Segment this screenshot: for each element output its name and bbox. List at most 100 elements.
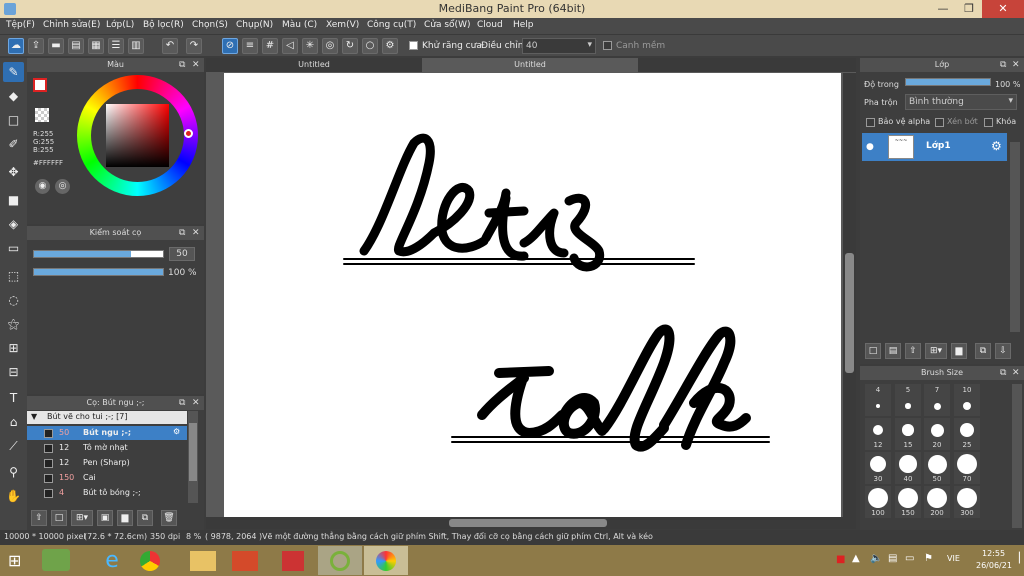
menu-file[interactable]: Tệp(F) xyxy=(6,20,35,30)
brush-list-scrollbar[interactable] xyxy=(188,411,198,503)
move-tool-icon[interactable]: ✥ xyxy=(3,162,24,182)
import-brush-icon[interactable]: ▣ xyxy=(97,510,113,526)
menu-color[interactable]: Màu (C) xyxy=(282,20,317,30)
list-icon[interactable]: ☰ xyxy=(108,38,124,54)
blend-mode-select[interactable]: Bình thường ▾ xyxy=(905,94,1017,110)
collapse-icon[interactable]: ▼ xyxy=(31,412,37,421)
panel-close-icon[interactable]: ✕ xyxy=(192,58,200,72)
comment-icon[interactable]: ▬ xyxy=(48,38,64,54)
brush-item[interactable]: 12 Pen (Sharp) xyxy=(27,456,187,470)
brush-group-header[interactable]: ▼ Bút vẽ cho tui ;-; [7] xyxy=(27,411,187,424)
brush-item[interactable]: 150 Cai xyxy=(27,471,187,485)
powerpoint-icon[interactable] xyxy=(232,551,258,571)
gear-icon[interactable]: ⚙ xyxy=(173,427,180,436)
brush-size-scrollbar[interactable] xyxy=(1012,384,1022,528)
import-layer-icon[interactable]: ⇧ xyxy=(905,343,921,359)
radial-snap-icon[interactable]: ✳ xyxy=(302,38,318,54)
hue-wheel[interactable] xyxy=(77,75,198,196)
minimize-button[interactable]: — xyxy=(930,0,956,18)
medibang-tray-icon[interactable] xyxy=(318,546,362,575)
antialias-checkbox[interactable] xyxy=(409,41,418,50)
palette-icon[interactable]: ◉ xyxy=(35,179,50,194)
brush-size-cell[interactable]: 25 xyxy=(954,418,980,450)
cloud-brush-icon[interactable]: ⇧ xyxy=(31,510,47,526)
edge-checkbox[interactable] xyxy=(603,41,612,50)
trash-icon[interactable]: 🗑 xyxy=(161,510,177,526)
panel-close-icon[interactable]: ✕ xyxy=(1012,58,1020,72)
cloud-icon[interactable]: ☁ xyxy=(8,38,24,54)
add-brush-icon[interactable]: ⊞▾ xyxy=(71,510,93,526)
menu-help[interactable]: Help xyxy=(513,20,534,30)
brush-size-cell[interactable]: 200 xyxy=(924,486,950,518)
brush-size-cell[interactable]: 70 xyxy=(954,452,980,484)
undo-icon[interactable]: ↶ xyxy=(162,38,178,54)
ellipse-snap-icon[interactable]: ○ xyxy=(362,38,378,54)
eraser-tool-icon[interactable]: ◆ xyxy=(3,86,24,106)
tab-untitled-2[interactable]: Untitled xyxy=(422,58,638,72)
bluestacks-icon[interactable] xyxy=(42,549,70,571)
new-brush-icon[interactable]: □ xyxy=(51,510,67,526)
lock-checkbox[interactable] xyxy=(984,118,993,127)
brush-size-slider[interactable] xyxy=(33,250,164,258)
folder-icon[interactable]: ▆ xyxy=(117,510,133,526)
menu-window[interactable]: Cửa sổ(W) xyxy=(424,20,470,30)
foreground-color-swatch[interactable] xyxy=(33,78,47,92)
notification-flag-icon[interactable]: ⚑ xyxy=(924,553,933,564)
vanish-snap-icon[interactable]: ◁ xyxy=(282,38,298,54)
protect-alpha-checkbox[interactable] xyxy=(866,118,875,127)
new-layer-icon[interactable]: □ xyxy=(865,343,881,359)
maximize-button[interactable]: ❐ xyxy=(956,0,982,18)
input-language[interactable]: VIE xyxy=(947,554,960,563)
brush-size-cell[interactable]: 30 xyxy=(865,452,891,484)
eyedropper-icon[interactable]: ⚲ xyxy=(3,462,24,482)
hue-cursor[interactable] xyxy=(184,129,193,138)
magic-wand-icon[interactable]: ⚝ xyxy=(3,314,24,334)
adjust-select[interactable]: 40 ▾ xyxy=(522,38,596,54)
menu-view[interactable]: Xem(V) xyxy=(326,20,359,30)
brush-size-cell[interactable]: 50 xyxy=(924,452,950,484)
shape-tool-icon[interactable]: ■ xyxy=(3,190,24,210)
brush-size-value[interactable]: 50 xyxy=(169,247,195,261)
hand-tool-icon[interactable]: ✋ xyxy=(3,486,24,506)
brush-size-cell[interactable]: 5 xyxy=(895,384,921,416)
select-pen-icon[interactable]: ⊞ xyxy=(3,338,24,358)
brush-item[interactable]: 4 Bút tô bóng ;-; xyxy=(27,486,187,500)
brush-size-cell[interactable]: 150 xyxy=(895,486,921,518)
brush-size-cell[interactable]: 20 xyxy=(924,418,950,450)
tab-untitled-1[interactable]: Untitled xyxy=(206,58,422,72)
clock-date[interactable]: 26/06/21 xyxy=(976,561,1012,570)
brush-size-cell[interactable]: 12 xyxy=(865,418,891,450)
drawing-canvas[interactable] xyxy=(224,73,841,517)
panel-close-icon[interactable]: ✕ xyxy=(1012,366,1020,380)
chrome-icon[interactable] xyxy=(140,551,160,571)
panel-close-icon[interactable]: ✕ xyxy=(192,226,200,240)
share-icon[interactable]: ⇪ xyxy=(28,38,44,54)
menu-edit[interactable]: Chỉnh sửa(E) xyxy=(43,20,100,30)
merge-layer-icon[interactable]: ⇩ xyxy=(995,343,1011,359)
lasso-tool-icon[interactable]: ◌ xyxy=(3,290,24,310)
close-button[interactable]: ✕ xyxy=(982,0,1024,18)
curve-snap-icon[interactable]: ↻ xyxy=(342,38,358,54)
cross-snap-icon[interactable]: # xyxy=(262,38,278,54)
clock-time[interactable]: 12:55 xyxy=(982,549,1005,558)
gradient-tool-icon[interactable]: ▭ xyxy=(3,238,24,258)
layer-opacity-slider[interactable] xyxy=(905,78,991,86)
brush-size-cell[interactable]: 4 xyxy=(865,384,891,416)
brush-item[interactable]: 50 Bút ngu ;-; ⚙ xyxy=(27,426,187,440)
grid-icon[interactable]: ▥ xyxy=(128,38,144,54)
internet-explorer-icon[interactable]: e xyxy=(90,546,134,575)
palette-settings-icon[interactable]: ◎ xyxy=(55,179,70,194)
windows-start-icon[interactable]: ⊞ xyxy=(8,552,28,570)
tray-app-icon[interactable]: ■ xyxy=(836,554,845,565)
brush-opacity-slider[interactable] xyxy=(33,268,164,276)
undock-icon[interactable]: ⧉ xyxy=(1000,366,1006,380)
layer-list-scrollbar[interactable] xyxy=(1010,142,1020,332)
duplicate-layer-icon[interactable]: ⧉ xyxy=(975,343,991,359)
add-layer-menu-icon[interactable]: ⊞▾ xyxy=(925,343,947,359)
saturation-value-square[interactable] xyxy=(106,104,169,167)
folder-icon[interactable]: ▆ xyxy=(951,343,967,359)
file-explorer-icon[interactable] xyxy=(190,551,216,571)
message-icon[interactable]: ▤ xyxy=(68,38,84,54)
fill-brush-icon[interactable]: ✐ xyxy=(3,134,24,154)
text-tool-icon[interactable]: T xyxy=(3,388,24,408)
